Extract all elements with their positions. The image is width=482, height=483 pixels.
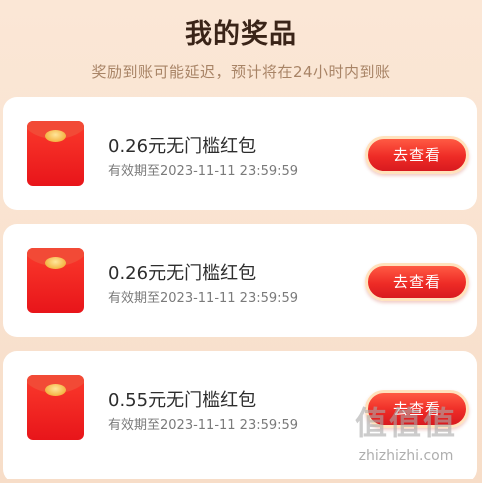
watermark-logo: 值值值 <box>354 404 457 442</box>
prize-card: 0.26元无门槛红包 有效期至2023-11-11 23:59:59 去查看 <box>3 97 477 210</box>
page-subtitle: 奖励到账可能延迟，预计将在24小时内到账 <box>91 63 391 81</box>
page-header: 我的奖品 奖励到账可能延迟，预计将在24小时内到账 <box>0 0 482 96</box>
prize-expiry: 有效期至2023-11-11 23:59:59 <box>108 291 299 306</box>
red-envelope-icon <box>27 121 84 186</box>
prize-expiry: 有效期至2023-11-11 23:59:59 <box>108 164 299 179</box>
watermark-text: zhizhizhi.com <box>358 448 454 464</box>
prize-card: 0.26元无门槛红包 有效期至2023-11-11 23:59:59 去查看 <box>3 224 477 337</box>
view-prize-button[interactable]: 去查看 <box>365 136 469 174</box>
prize-name: 0.55元无门槛红包 <box>108 390 257 411</box>
prize-expiry: 有效期至2023-11-11 23:59:59 <box>108 418 299 433</box>
prize-name: 0.26元无门槛红包 <box>108 136 257 157</box>
red-envelope-icon <box>27 375 84 440</box>
site-watermark: 值值值 zhizhizhi.com <box>336 398 476 478</box>
prize-name: 0.26元无门槛红包 <box>108 263 257 284</box>
page-title: 我的奖品 <box>185 19 297 50</box>
bottom-edge <box>0 479 482 483</box>
view-prize-button[interactable]: 去查看 <box>365 263 469 301</box>
red-envelope-icon <box>27 248 84 313</box>
